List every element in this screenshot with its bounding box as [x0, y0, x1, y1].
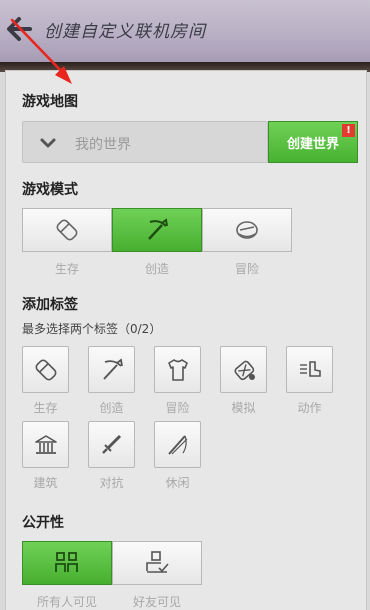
friend-icon — [142, 548, 172, 578]
tag-survival-button[interactable] — [22, 346, 69, 393]
tnt-icon — [230, 356, 258, 384]
page-title: 创建自定义联机房间 — [44, 22, 206, 42]
people-icon — [52, 548, 82, 578]
tag-simulation-label: 模拟 — [231, 401, 256, 415]
mode-section-title: 游戏模式 — [22, 182, 78, 198]
mode-adventure-label: 冒险 — [234, 262, 259, 276]
mode-creative-label: 创造 — [144, 262, 169, 276]
tag-adventure-label: 冒险 — [165, 401, 190, 415]
mode-adventure-button[interactable] — [202, 208, 292, 252]
compass-icon — [232, 215, 262, 245]
tag-creative-button[interactable] — [88, 346, 135, 393]
visibility-everyone-button[interactable] — [22, 541, 112, 585]
tag-building-label: 建筑 — [33, 476, 58, 490]
mode-survival-label: 生存 — [54, 262, 79, 276]
visibility-everyone-label: 所有人可见 — [36, 595, 97, 609]
boot-icon — [296, 356, 324, 384]
tag-survival-label: 生存 — [33, 401, 58, 415]
tag-building-button[interactable] — [22, 421, 69, 468]
tag-combat-label: 对抗 — [99, 476, 124, 490]
eraser-icon — [52, 215, 82, 245]
create-world-button[interactable]: 创建世界 ! — [268, 121, 358, 163]
tag-combat-button[interactable] — [88, 421, 135, 468]
visibility-section-title: 公开性 — [22, 515, 64, 531]
tag-action-button[interactable] — [286, 346, 333, 393]
visibility-friends-button[interactable] — [112, 541, 202, 585]
back-arrow-icon[interactable] — [6, 14, 32, 44]
tag-leisure-label: 休闲 — [165, 476, 190, 490]
fishing-rod-icon — [164, 431, 192, 459]
building-icon — [32, 431, 60, 459]
mode-creative-button[interactable] — [112, 208, 202, 252]
top-bar: 创建自定义联机房间 — [0, 0, 370, 62]
create-world-label: 创建世界 — [286, 136, 339, 152]
map-placeholder: 我的世界 — [75, 137, 131, 153]
map-select[interactable]: 我的世界 — [22, 121, 268, 163]
eraser-icon — [32, 356, 60, 384]
tag-leisure-button[interactable] — [154, 421, 201, 468]
room-settings-panel: 游戏地图 我的世界 创建世界 ! 游戏模式 生存 创造 冒险 添加标签 最多选择… — [5, 70, 367, 610]
tag-adventure-button[interactable] — [154, 346, 201, 393]
pickaxe-icon — [142, 215, 172, 245]
sword-icon — [98, 431, 126, 459]
tags-section-title: 添加标签 — [22, 297, 78, 313]
alert-badge: ! — [342, 124, 355, 137]
map-section-title: 游戏地图 — [22, 94, 78, 110]
mode-survival-button[interactable] — [22, 208, 112, 252]
armor-icon — [164, 356, 192, 384]
pickaxe-icon — [98, 356, 126, 384]
tag-creative-label: 创造 — [99, 401, 124, 415]
chevron-down-icon — [39, 134, 57, 152]
tag-simulation-button[interactable] — [220, 346, 267, 393]
tag-action-label: 动作 — [297, 401, 322, 415]
tags-hint: 最多选择两个标签（0/2） — [22, 322, 162, 336]
visibility-friends-label: 好友可见 — [132, 595, 181, 609]
